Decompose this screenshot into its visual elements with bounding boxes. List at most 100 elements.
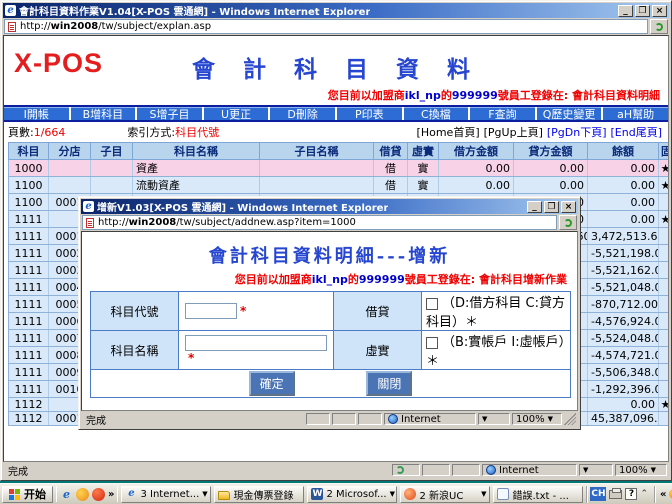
main-address-input[interactable]: http://win2008/tw/subject/explan.asp — [4, 19, 648, 34]
main-titlebar[interactable]: e 會計科目資料作業V1.04[X-POS 雲通網] - Windows Int… — [3, 3, 669, 18]
tray-collapse-chevron[interactable]: « — [660, 489, 666, 500]
col-subname: 子目名稱 — [260, 143, 374, 160]
popup-refresh-button[interactable] — [559, 215, 577, 230]
main-statusbar: 完成 Internet ▼ 100%▼ — [3, 462, 669, 478]
merchant-id: ikl_np — [312, 273, 348, 286]
taskbar-window-button[interactable]: 現金傳票登錄 — [214, 486, 304, 503]
main-status-text: 完成 — [5, 464, 390, 476]
col-name: 科目名稱 — [133, 143, 260, 160]
name-input[interactable] — [185, 335, 327, 351]
refresh-icon — [564, 219, 572, 227]
col-dc: 借貸 — [374, 143, 408, 160]
table-row[interactable]: 1000 資產 借 實 0.00 0.00 0.00 ★ — [9, 160, 670, 177]
main-url: http://win2008/tw/subject/explan.asp — [20, 21, 211, 32]
fixed-star — [659, 262, 670, 279]
page-title: 會 計 科 目 資 料 — [4, 36, 668, 84]
popup-minimize-button[interactable]: _ — [527, 201, 542, 213]
popup-zoom-dropdown[interactable]: 100%▼ — [512, 413, 562, 425]
menu-button[interactable]: C換檔 — [404, 107, 469, 120]
col-credit: 貸方金額 — [514, 143, 588, 160]
close-dialog-button[interactable]: 關閉 — [366, 371, 412, 396]
menu-button[interactable]: I開帳 — [4, 107, 69, 120]
resize-grip[interactable] — [564, 413, 576, 425]
status-pane-3 — [452, 464, 480, 476]
page-nav-link[interactable]: [PgUp上頁] — [484, 124, 543, 140]
quicklaunch-overflow-chevron[interactable]: » — [108, 489, 114, 500]
zoom-dropdown[interactable]: 100%▼ — [615, 464, 667, 476]
pager-row: 頁數: 1/664 索引方式: 科目代號 [Home首頁][PgUp上頁][Pg… — [8, 124, 662, 140]
refresh-button[interactable] — [650, 19, 668, 34]
login-status-line: 您目前以加盟商ikl_np的999999號員工登錄在: 會計科目資料明細 — [4, 87, 660, 103]
page-icon — [86, 218, 94, 228]
menu-button[interactable]: P印表 — [337, 107, 402, 120]
menu-button[interactable]: S增子目 — [137, 107, 202, 120]
main-addressbar: http://win2008/tw/subject/explan.asp — [3, 18, 669, 35]
ie-quicklaunch-icon[interactable]: e — [60, 488, 73, 501]
dc-label: 借貸 — [334, 292, 422, 331]
protected-mode-dropdown[interactable]: ▼ — [579, 464, 613, 476]
taskbar-window-button[interactable]: e 3 Internet... ▼ — [121, 486, 211, 503]
fixed-star — [659, 313, 670, 330]
popup-protected-mode-dropdown[interactable]: ▼ — [478, 413, 510, 425]
menu-button[interactable]: B增科目 — [71, 107, 136, 120]
page-nav-link[interactable]: [End尾頁] — [611, 124, 663, 140]
popup-zone-pane: Internet — [384, 413, 476, 425]
employee-number: 999999 — [452, 89, 498, 102]
page-nav-link[interactable]: [Home首頁] — [417, 124, 480, 140]
restore-button[interactable]: ❐ — [635, 5, 650, 17]
dc-hint: （D:借方科目 C:貸方科目）＊ — [426, 296, 565, 330]
vr-checkbox[interactable] — [426, 337, 438, 349]
code-input[interactable] — [185, 303, 237, 319]
fixed-star: ★ — [659, 160, 670, 177]
popup-window: e 增新V1.03[X-POS 雲通網] - Windows Internet … — [78, 196, 581, 430]
popup-titlebar[interactable]: e 增新V1.03[X-POS 雲通網] - Windows Internet … — [81, 199, 578, 214]
minimize-button[interactable]: _ — [618, 5, 633, 17]
fixed-star — [659, 412, 670, 426]
fixed-star — [659, 381, 670, 398]
col-balance: 餘額 — [588, 143, 659, 160]
popup-address-input[interactable]: http://win2008/tw/subject/addnew.asp?ite… — [82, 215, 557, 230]
addnew-form: 科目代號 * 借貸 （D:借方科目 C:貸方科目）＊ 科目名稱 * 虛實 （B:… — [90, 291, 571, 398]
popup-addressbar: http://win2008/tw/subject/addnew.asp?ite… — [81, 214, 578, 231]
popup-close-button[interactable]: × — [561, 201, 576, 213]
taskbar-window-button[interactable]: 2 新浪UC ▼ — [400, 486, 490, 503]
required-mark: * — [240, 304, 246, 318]
windows-logo-icon — [9, 489, 21, 500]
tray-expand-chevron[interactable]: ⌃ — [640, 489, 648, 499]
menu-button[interactable]: Q歷史變更 — [537, 107, 602, 120]
taskbar-window-button[interactable]: 錯誤.txt - ... — [493, 486, 583, 503]
page-nav-link[interactable]: [PgDn下頁] — [547, 124, 607, 140]
fixed-star — [659, 364, 670, 381]
language-indicator[interactable]: CH — [590, 487, 606, 501]
popup-status-pane-3 — [358, 413, 382, 425]
menu-button[interactable]: U更正 — [204, 107, 269, 120]
fixed-star: ★ — [659, 177, 670, 194]
menu-button[interactable]: D刪除 — [270, 107, 335, 120]
menu-button[interactable]: F查詢 — [470, 107, 535, 120]
required-mark: * — [188, 351, 194, 365]
fixed-star — [659, 279, 670, 296]
globe-icon — [388, 414, 398, 424]
xpos-logo: X-POS — [14, 48, 103, 79]
messenger-quicklaunch-icon[interactable] — [76, 488, 89, 501]
printer-icon[interactable] — [609, 490, 622, 499]
fixed-star — [659, 347, 670, 364]
refresh-icon — [655, 23, 663, 31]
help-icon[interactable]: ? — [625, 488, 637, 500]
page-nav: [Home首頁][PgUp上頁][PgDn下頁][End尾頁] — [417, 124, 662, 140]
start-button[interactable]: 开始 — [2, 486, 53, 503]
menu-button[interactable]: aH幫助 — [603, 107, 668, 120]
popup-restore-button[interactable]: ❐ — [544, 201, 559, 213]
col-code: 科目 — [9, 143, 49, 160]
index-mode-label: 索引方式: — [127, 124, 175, 140]
popup-statusbar: 完成 Internet ▼ 100%▼ — [81, 411, 578, 427]
zone-pane: Internet — [482, 464, 577, 476]
qq-quicklaunch-icon[interactable] — [92, 488, 105, 501]
task-buttons: e 3 Internet... ▼ 現金傳票登錄 W 2 Microsof...… — [121, 486, 583, 503]
close-button[interactable]: × — [652, 5, 667, 17]
taskbar-window-button[interactable]: W 2 Microsof... ▼ — [307, 486, 397, 503]
table-row[interactable]: 1100 流動資產 借 實 0.00 0.00 0.00 ★ — [9, 177, 670, 194]
ok-button[interactable]: 確定 — [249, 371, 295, 396]
col-branch: 分店 — [49, 143, 91, 160]
dc-checkbox[interactable] — [426, 298, 438, 310]
